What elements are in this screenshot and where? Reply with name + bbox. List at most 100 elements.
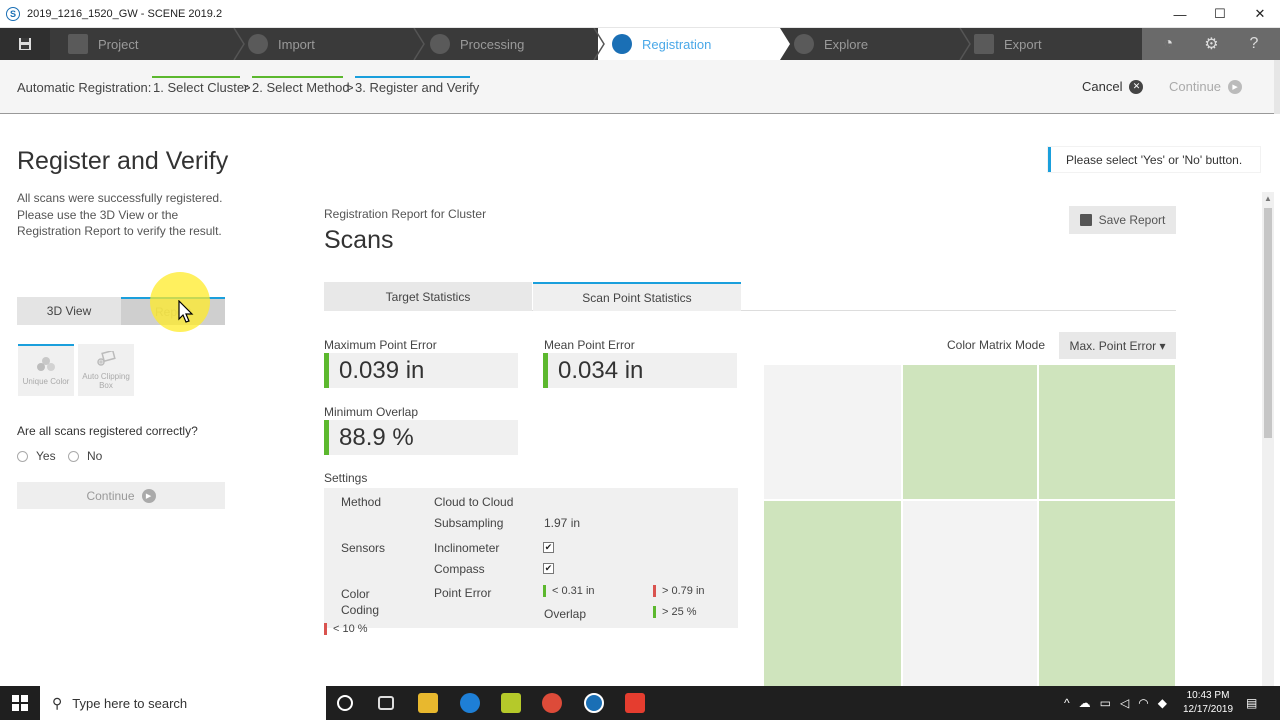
battery-icon[interactable]: ▭	[1100, 696, 1111, 710]
chevron-up-icon[interactable]: ^	[1064, 696, 1070, 710]
registration-icon	[612, 34, 632, 54]
project-icon	[68, 34, 88, 54]
save-report-label: Save Report	[1098, 213, 1166, 227]
subsampling-value: 1.97 in	[544, 516, 581, 530]
matrix-cell[interactable]	[1038, 500, 1176, 694]
taskbar-clock[interactable]: 10:43 PM 12/17/2019	[1180, 689, 1236, 717]
cortana-icon[interactable]	[337, 695, 353, 711]
wifi-icon[interactable]: ◠	[1138, 696, 1148, 710]
nav-separator	[233, 28, 245, 60]
file-explorer-icon[interactable]	[418, 693, 438, 713]
breadcrumb-scrollbar[interactable]	[1274, 60, 1280, 114]
tab-3d-view[interactable]: 3D View	[17, 297, 121, 325]
matrix-cell[interactable]	[902, 364, 1038, 500]
save-project-button[interactable]	[0, 28, 50, 60]
nav-step-project[interactable]: Project	[68, 28, 138, 60]
tab-scan-point-statistics[interactable]: Scan Point Statistics	[533, 282, 741, 311]
wizard-breadcrumb-bar: Automatic Registration: 1. Select Cluste…	[0, 60, 1280, 114]
recorder-icon[interactable]	[625, 693, 645, 713]
matrix-cell[interactable]	[763, 500, 902, 694]
auto-clipping-box-button[interactable]: Auto Clipping Box	[78, 344, 134, 396]
inclinometer-label: Inclinometer	[434, 541, 500, 555]
auto-clipping-label: Auto Clipping Box	[82, 371, 130, 390]
method-label: Method	[341, 495, 382, 509]
unique-color-button[interactable]: Unique Color	[18, 344, 74, 396]
nav-separator	[776, 28, 790, 60]
main-scrollbar[interactable]: ▲	[1262, 192, 1274, 686]
step-done-indicator	[252, 76, 343, 78]
import-icon	[248, 34, 268, 54]
app-icon[interactable]	[501, 693, 521, 713]
subsampling-label: Subsampling	[434, 516, 504, 530]
radio-circle[interactable]	[17, 450, 28, 462]
nav-step-registration[interactable]: Registration	[612, 28, 711, 60]
verify-question: Are all scans registered correctly?	[17, 424, 198, 438]
help-icon[interactable]: ?	[1250, 35, 1259, 53]
save-icon	[1079, 214, 1092, 226]
breadcrumb-step-1[interactable]: 1. Select Cluster	[153, 80, 248, 95]
start-button[interactable]	[0, 686, 40, 720]
point-error-label: Point Error	[434, 586, 492, 600]
nav-step-export[interactable]: Export	[974, 28, 1042, 60]
radio-yes-label: Yes	[36, 449, 56, 463]
compass-label: Compass	[434, 562, 485, 576]
edge-icon[interactable]	[460, 693, 480, 713]
gear-icon[interactable]: ⚙	[1204, 34, 1218, 54]
volume-icon[interactable]: ◁	[1120, 696, 1129, 710]
max-point-error-label: Maximum Point Error	[324, 338, 437, 352]
scroll-up-icon[interactable]: ▲	[1262, 194, 1274, 206]
report-tabs: Target Statistics Scan Point Statistics	[324, 282, 1176, 311]
breadcrumb-step-3: 3. Register and Verify	[355, 80, 480, 95]
processing-icon	[430, 34, 450, 54]
cloud-icon[interactable]: ☁	[1079, 696, 1091, 710]
radio-no[interactable]: No	[68, 449, 102, 463]
nav-step-import[interactable]: Import	[248, 28, 315, 60]
matrix-cell[interactable]	[902, 500, 1038, 694]
sync-icon[interactable]: ◔	[1164, 35, 1174, 53]
matrix-cell[interactable]	[1038, 364, 1176, 500]
continue-label: Continue	[1169, 79, 1222, 94]
sensors-label: Sensors	[341, 541, 386, 555]
nav-step-label: Explore	[824, 36, 869, 52]
search-icon: ⚲	[52, 694, 63, 711]
nav-step-explore[interactable]: Explore	[794, 28, 868, 60]
mean-point-error-label: Mean Point Error	[544, 338, 635, 352]
unique-color-icon	[37, 357, 55, 371]
mean-point-error-value: 0.034 in	[543, 353, 737, 388]
notifications-icon[interactable]: ▤	[1246, 686, 1257, 720]
window-title: 2019_1216_1520_GW - SCENE 2019.2	[27, 7, 223, 20]
continue-button[interactable]: Continue ▶	[17, 482, 225, 509]
tab-target-statistics[interactable]: Target Statistics	[324, 282, 532, 311]
radio-no-label: No	[87, 449, 103, 463]
radio-yes[interactable]: Yes	[17, 449, 56, 463]
export-icon	[974, 34, 994, 54]
matrix-cell[interactable]	[763, 364, 902, 500]
play-circle-icon: ▶	[141, 488, 156, 503]
cancel-button[interactable]: Cancel ✕	[1082, 79, 1144, 94]
close-button[interactable]: ✕	[1240, 0, 1280, 28]
nav-step-label: Processing	[460, 36, 525, 52]
page-title: Register and Verify	[17, 147, 229, 175]
maximize-button[interactable]: ☐	[1200, 0, 1240, 28]
color-matrix-mode-dropdown[interactable]: Max. Point Error ▾	[1059, 332, 1176, 359]
breadcrumb-step-2[interactable]: 2. Select Method	[252, 80, 350, 95]
chrome-icon[interactable]	[542, 693, 562, 713]
clock-date: 12/17/2019	[1182, 704, 1234, 715]
scene-taskbar-icon[interactable]	[584, 693, 604, 713]
scroll-thumb[interactable]	[1264, 208, 1272, 438]
radio-circle[interactable]	[68, 450, 79, 462]
report-title: Scans	[324, 226, 394, 254]
overlap-bad-legend: < 10 %	[324, 623, 368, 635]
min-overlap-value: 88.9 %	[324, 420, 518, 455]
nav-step-processing[interactable]: Processing	[430, 28, 524, 60]
dropbox-icon[interactable]: ◆	[1158, 696, 1167, 710]
settings-panel: Method Cloud to Cloud Subsampling 1.97 i…	[324, 488, 738, 628]
scene-app-icon: S	[6, 6, 20, 21]
continue-top-button[interactable]: Continue ▶	[1169, 79, 1243, 94]
continue-label: Continue	[86, 488, 135, 503]
taskbar-search[interactable]: ⚲ Type here to search	[40, 686, 326, 720]
save-report-button[interactable]: Save Report	[1069, 206, 1176, 234]
task-view-icon[interactable]	[378, 696, 394, 710]
nav-step-label: Import	[278, 36, 315, 52]
minimize-button[interactable]: —	[1160, 0, 1200, 28]
